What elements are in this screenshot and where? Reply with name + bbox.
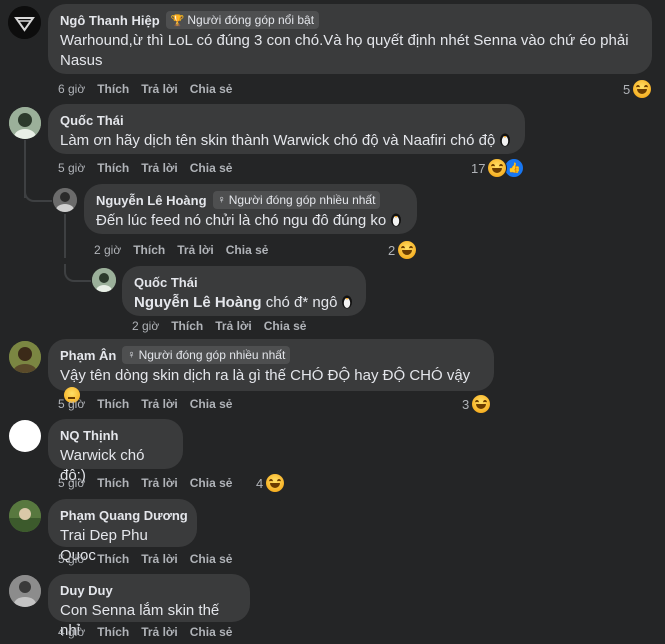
comment-text: chó đ* ngô <box>265 294 338 311</box>
comment-actions: 5 giờ Thích Trả lời Chia sẻ <box>58 475 244 491</box>
comment-text: Vậy tên dòng skin dịch ra là gì thế CHÓ … <box>60 367 471 384</box>
haha-reaction-icon <box>397 240 418 260</box>
comment-author[interactable]: Quốc Thái <box>60 113 124 128</box>
reply-button[interactable]: Trả lời <box>177 243 214 257</box>
avatar[interactable] <box>9 420 41 452</box>
like-button[interactable]: Thích <box>97 552 129 566</box>
user-mention[interactable]: Nguyễn Lê Hoàng <box>134 294 262 311</box>
comment-time[interactable]: 4 giờ <box>58 625 85 639</box>
reaction-summary[interactable]: 5 <box>623 79 653 99</box>
contributor-badge[interactable]: ♀ Người đóng góp nhiều nhất <box>122 346 291 364</box>
share-button[interactable]: Chia sẻ <box>264 319 307 333</box>
medal-icon: ♀ <box>217 194 226 206</box>
like-button[interactable]: Thích <box>97 161 129 175</box>
like-button[interactable]: Thích <box>171 319 203 333</box>
reaction-count: 4 <box>256 475 264 491</box>
thread-line <box>64 214 66 258</box>
haha-reaction-icon <box>471 394 492 414</box>
comment-time[interactable]: 5 giờ <box>58 397 85 411</box>
reaction-summary[interactable]: 2 <box>388 240 418 260</box>
penguin-emoji-icon <box>342 295 353 309</box>
like-button[interactable]: Thích <box>97 397 129 411</box>
comment-actions: 4 giờ Thích Trả lời Chia sẻ <box>58 624 244 640</box>
comment-text: Làm ơn hãy dịch tên skin thành Warwick c… <box>60 132 496 149</box>
comment-time[interactable]: 5 giờ <box>58 161 85 175</box>
trophy-icon: 🏆 <box>170 14 185 27</box>
reply-button[interactable]: Trả lời <box>141 82 178 96</box>
like-button[interactable]: Thích <box>133 243 165 257</box>
comment-author[interactable]: Phạm Quang Dương <box>60 508 188 523</box>
avatar[interactable] <box>8 6 41 39</box>
comment-time[interactable]: 5 giờ <box>58 552 85 566</box>
like-button[interactable]: Thích <box>97 476 129 490</box>
comment-time[interactable]: 2 giờ <box>94 243 121 257</box>
reply-button[interactable]: Trả lời <box>141 625 178 639</box>
share-button[interactable]: Chia sẻ <box>190 625 233 639</box>
like-button[interactable]: Thích <box>97 82 129 96</box>
comment-actions: 6 giờ Thích Trả lời Chia sẻ <box>58 81 244 97</box>
share-button[interactable]: Chia sẻ <box>190 397 233 411</box>
reaction-count: 5 <box>623 81 631 97</box>
comment-bubble: Ngô Thanh Hiệp 🏆 Người đóng góp nổi bật W… <box>48 4 652 74</box>
avatar[interactable] <box>92 268 116 292</box>
reaction-summary[interactable]: 4 <box>256 473 286 493</box>
comment-bubble: NQ Thịnh Warwick chó độ:) <box>48 419 183 484</box>
avatar[interactable] <box>9 341 41 373</box>
comment-bubble: Quốc Thái Làm ơn hãy dịch tên skin thành… <box>48 104 525 154</box>
reaction-summary[interactable]: 3 <box>462 394 492 414</box>
share-button[interactable]: Chia sẻ <box>190 82 233 96</box>
reaction-count: 3 <box>462 396 470 412</box>
contributor-badge[interactable]: 🏆 Người đóng góp nổi bật <box>165 11 320 29</box>
reaction-count: 2 <box>388 242 396 258</box>
reaction-count: 17 <box>471 160 486 176</box>
haha-reaction-icon <box>632 79 653 99</box>
comment-author[interactable]: Phạm Ân <box>60 348 116 363</box>
penguin-emoji-icon <box>391 213 402 227</box>
avatar[interactable] <box>9 107 41 139</box>
haha-reaction-icon <box>487 158 508 178</box>
comment-author[interactable]: NQ Thịnh <box>60 428 119 443</box>
reply-button[interactable]: Trả lời <box>141 397 178 411</box>
thread-line <box>64 264 91 282</box>
comment-text: Đến lúc feed nó chửi là chó ngu đô đúng … <box>96 212 387 229</box>
reaction-summary[interactable]: 17 👍 <box>471 158 525 178</box>
comment-actions: 2 giờ Thích Trả lời Chia sẻ <box>94 242 280 258</box>
comment-author[interactable]: Quốc Thái <box>134 275 198 290</box>
comment-actions: 5 giờ Thích Trả lời Chia sẻ <box>58 160 244 176</box>
penguin-emoji-icon <box>500 133 511 147</box>
share-button[interactable]: Chia sẻ <box>190 476 233 490</box>
comment-time[interactable]: 6 giờ <box>58 82 85 96</box>
share-button[interactable]: Chia sẻ <box>190 552 233 566</box>
reply-button[interactable]: Trả lời <box>141 552 178 566</box>
thread-line <box>24 186 52 202</box>
comment-bubble: Phạm Quang Dương Trai Dep Phu Quoc <box>48 499 197 564</box>
like-reaction-icon: 👍 <box>504 158 525 178</box>
reply-button[interactable]: Trả lời <box>141 476 178 490</box>
comment-time[interactable]: 2 giờ <box>132 319 159 333</box>
reply-button[interactable]: Trả lời <box>141 161 178 175</box>
comment-actions: 5 giờ Thích Trả lời Chia sẻ <box>58 551 244 567</box>
comment-time[interactable]: 5 giờ <box>58 476 85 490</box>
share-button[interactable]: Chia sẻ <box>226 243 269 257</box>
avatar[interactable] <box>53 188 77 212</box>
medal-icon: ♀ <box>127 349 136 361</box>
comment-author[interactable]: Ngô Thanh Hiệp <box>60 13 160 28</box>
comment-bubble: Quốc Thái Nguyễn Lê Hoàng chó đ* ngô <box>122 266 366 316</box>
comment-bubble: Phạm Ân ♀ Người đóng góp nhiều nhất Vậy t… <box>48 339 494 403</box>
like-button[interactable]: Thích <box>97 625 129 639</box>
avatar[interactable] <box>9 500 41 532</box>
avatar[interactable] <box>9 575 41 607</box>
haha-reaction-icon <box>265 473 286 493</box>
comment-actions: 2 giờ Thích Trả lời Chia sẻ <box>132 318 318 334</box>
reply-button[interactable]: Trả lời <box>215 319 252 333</box>
comment-author[interactable]: Nguyễn Lê Hoàng <box>96 193 207 208</box>
comment-bubble: Nguyễn Lê Hoàng ♀ Người đóng góp nhiều nh… <box>84 184 417 234</box>
comment-bubble: Duy Duy Con Senna lắm skin thế nhỉ <box>48 574 250 639</box>
contributor-badge[interactable]: ♀ Người đóng góp nhiều nhất <box>212 191 381 209</box>
comment-text: Warhound,ừ thì LoL có đúng 3 con chó.Và … <box>60 32 629 69</box>
share-button[interactable]: Chia sẻ <box>190 161 233 175</box>
comment-author[interactable]: Duy Duy <box>60 583 113 598</box>
comment-actions: 5 giờ Thích Trả lời Chia sẻ <box>58 396 244 412</box>
